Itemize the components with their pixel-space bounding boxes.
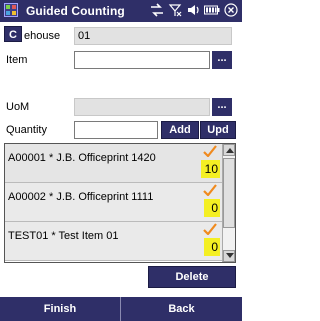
- connectivity-icon[interactable]: [150, 3, 164, 17]
- list-item-text: A00002 * J.B. Officeprint 1111: [8, 191, 154, 203]
- add-button[interactable]: Add: [161, 121, 199, 139]
- list-scrollbar[interactable]: [222, 144, 235, 262]
- title-bar: Guided Counting: [0, 0, 242, 22]
- battery-icon[interactable]: [204, 3, 220, 17]
- scroll-thumb[interactable]: [223, 158, 235, 228]
- item-field[interactable]: [74, 51, 210, 69]
- no-signal-icon[interactable]: [168, 3, 182, 17]
- scroll-up-button[interactable]: [223, 144, 235, 156]
- volume-icon[interactable]: [186, 3, 200, 17]
- app-menu-icon[interactable]: [4, 3, 18, 17]
- c-button[interactable]: C: [4, 26, 22, 42]
- list-item-text: A00001 * J.B. Officeprint 1420: [8, 152, 156, 164]
- window-title: Guided Counting: [26, 4, 125, 18]
- warehouse-label: ehouse: [24, 30, 61, 42]
- quantity-label: Quantity: [6, 124, 47, 136]
- check-icon: [203, 145, 217, 157]
- delete-button[interactable]: Delete: [148, 266, 236, 288]
- list-item[interactable]: A00002 * J.B. Officeprint 1111 0: [5, 183, 223, 222]
- item-lookup-button[interactable]: ...: [212, 51, 232, 69]
- list-item-text: TEST01 * Test Item 01: [8, 230, 119, 242]
- uom-field[interactable]: [74, 98, 210, 116]
- list-item-qty: 10: [200, 160, 220, 178]
- list-item[interactable]: TEST01 * Test Item 01 0: [5, 222, 223, 261]
- status-icons: [150, 3, 238, 17]
- quantity-field[interactable]: [74, 121, 158, 139]
- item-list[interactable]: A00001 * J.B. Officeprint 1420 10 A00002…: [4, 143, 236, 263]
- back-button[interactable]: Back: [121, 297, 242, 321]
- scroll-down-button[interactable]: [223, 250, 235, 262]
- uom-label: UoM: [6, 101, 30, 113]
- uom-lookup-button[interactable]: ...: [212, 98, 232, 116]
- check-icon: [203, 184, 217, 196]
- close-icon[interactable]: [224, 3, 238, 17]
- list-item[interactable]: A00001 * J.B. Officeprint 1420 10: [5, 144, 223, 183]
- finish-button[interactable]: Finish: [0, 297, 120, 321]
- list-item-qty: 0: [204, 238, 220, 256]
- chevron-up-icon: [226, 148, 234, 153]
- list-item-qty: 0: [204, 199, 220, 217]
- warehouse-field[interactable]: 01: [74, 27, 232, 45]
- check-icon: [203, 223, 217, 235]
- item-label: Item: [6, 54, 28, 66]
- update-button[interactable]: Upd: [200, 121, 236, 139]
- chevron-down-icon: [226, 253, 234, 258]
